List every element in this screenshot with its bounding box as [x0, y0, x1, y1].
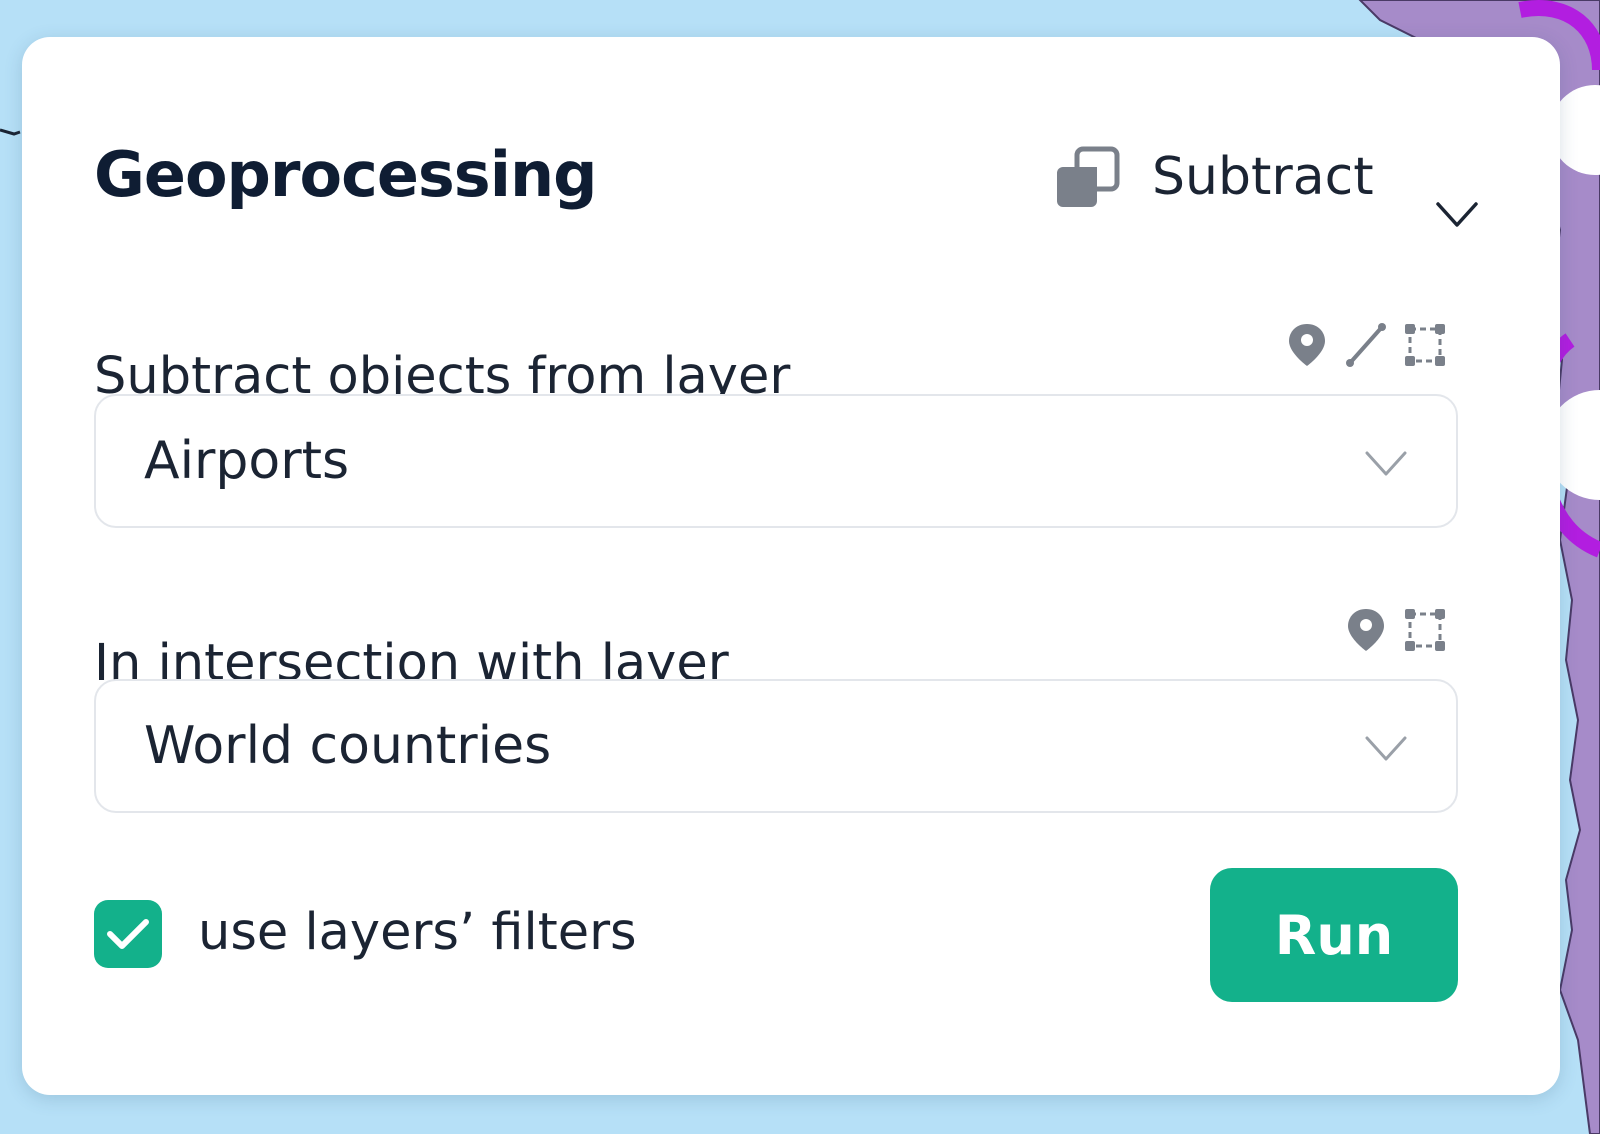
overlay-layer-value: World countries: [144, 716, 552, 776]
panel-title: Geoprocessing: [94, 138, 597, 211]
source-layer-select[interactable]: Airports: [94, 394, 1458, 528]
polygon-icon: [1405, 324, 1445, 366]
overlay-layer-select[interactable]: World countries: [94, 679, 1458, 813]
chevron-down-icon: [1365, 736, 1407, 761]
polygon-icon: [1405, 609, 1445, 651]
point-icon: [1348, 609, 1384, 651]
geoprocessing-panel: Geoprocessing Subtract Subtract objects …: [22, 37, 1560, 1095]
source-layer-value: Airports: [144, 431, 350, 491]
checkmark-icon: [107, 919, 149, 949]
run-button[interactable]: Run: [1210, 868, 1458, 1002]
use-filters-checkbox[interactable]: [94, 900, 162, 968]
operation-select[interactable]: Subtract: [1152, 137, 1374, 217]
line-icon: [1346, 323, 1386, 367]
use-filters-label[interactable]: use layers’ filters: [198, 897, 637, 969]
chevron-down-icon: [1365, 451, 1407, 476]
overlap-squares-icon: [1057, 146, 1120, 207]
operation-selected-label: Subtract: [1152, 147, 1374, 207]
chevron-down-icon[interactable]: [1435, 201, 1479, 229]
point-icon: [1289, 324, 1325, 366]
